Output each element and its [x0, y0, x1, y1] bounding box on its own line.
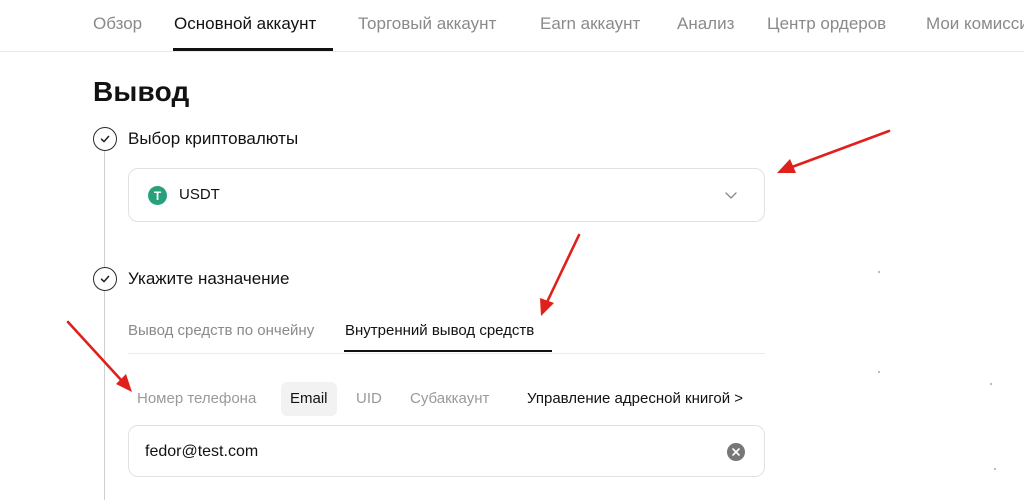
tab-onchain-withdrawal[interactable]: Вывод средств по ончейну [128, 322, 314, 339]
step-check-icon [93, 127, 117, 151]
destination-tab-indicator [344, 350, 552, 352]
tab-my-commissions[interactable]: Мои комиссии [926, 14, 1024, 34]
step-check-icon [93, 267, 117, 291]
scan-speck [994, 468, 996, 470]
tab-main-account[interactable]: Основной аккаунт [174, 14, 316, 34]
arrow-to-internal-tab [546, 233, 581, 302]
tab-order-center[interactable]: Центр ордеров [767, 14, 886, 34]
address-book-link[interactable]: Управление адресной книгой > [527, 382, 743, 416]
tab-earn-account[interactable]: Earn аккаунт [540, 14, 640, 34]
scan-speck [990, 383, 992, 385]
chevron-down-icon[interactable] [724, 188, 738, 202]
method-email[interactable]: Email [281, 382, 337, 416]
tab-analysis[interactable]: Анализ [677, 14, 734, 34]
email-input[interactable] [145, 439, 705, 465]
tab-overview[interactable]: Обзор [93, 14, 142, 34]
arrow-to-crypto-select [790, 129, 891, 169]
arrow-head-crypto [777, 159, 796, 173]
tab-internal-withdrawal[interactable]: Внутренний вывод средств [345, 322, 534, 339]
destination-tabs: Вывод средств по ончейну Внутренний выво… [128, 320, 765, 354]
close-icon [732, 448, 740, 456]
crypto-select[interactable]: T USDT [128, 168, 765, 222]
arrow-to-methods [66, 320, 124, 383]
tab-trading-account[interactable]: Торговый аккаунт [358, 14, 496, 34]
arrow-head-internal-tab [540, 298, 554, 316]
step-label-destination: Укажите назначение [128, 269, 290, 288]
top-nav: Обзор Основной аккаунт Торговый аккаунт … [0, 0, 1024, 52]
usdt-coin-icon: T [148, 186, 167, 205]
method-phone[interactable]: Номер телефона [128, 382, 265, 416]
stepper-line [104, 150, 105, 500]
email-field[interactable] [128, 425, 765, 477]
method-subaccount[interactable]: Субаккаунт [401, 382, 498, 416]
step-label-crypto: Выбор криптовалюты [128, 129, 299, 148]
scan-speck [878, 271, 880, 273]
selected-crypto: USDT [179, 186, 220, 203]
method-uid[interactable]: UID [347, 382, 391, 416]
clear-input-button[interactable] [727, 443, 745, 461]
page-title: Вывод [93, 76, 190, 107]
scan-speck [878, 371, 880, 373]
active-tab-indicator [173, 48, 333, 51]
